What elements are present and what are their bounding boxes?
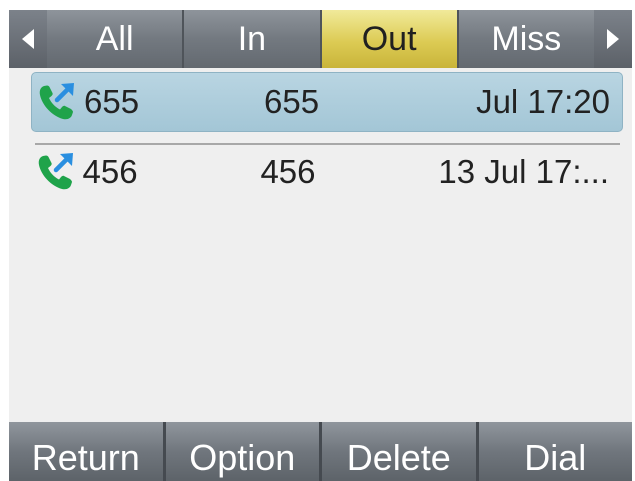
- call-number: 655: [264, 83, 320, 120]
- tab-all[interactable]: All: [47, 10, 183, 68]
- call-number: 456: [260, 153, 316, 190]
- delete-button[interactable]: Delete: [319, 422, 476, 481]
- option-button[interactable]: Option: [162, 422, 320, 481]
- triangle-left-icon: [21, 28, 35, 50]
- tab-in[interactable]: In: [182, 10, 320, 68]
- triangle-right-icon: [606, 28, 620, 50]
- call-list-item[interactable]: 456 456 13 Jul 17:...: [31, 143, 621, 201]
- dial-button[interactable]: Dial: [475, 422, 633, 481]
- tab-out[interactable]: Out: [319, 10, 457, 68]
- tab-bar: All In Out Miss: [9, 10, 632, 68]
- call-time: 13 Jul 17:...: [438, 153, 609, 190]
- outgoing-call-icon: [34, 79, 80, 125]
- call-name: 655: [84, 83, 140, 120]
- tab-left-arrow-button[interactable]: [9, 10, 47, 68]
- tab-right-arrow-button[interactable]: [594, 10, 632, 68]
- call-history-screen: All In Out Miss 655 655 Jul 17:20 456 45…: [9, 10, 632, 481]
- list-divider: [35, 143, 620, 145]
- outgoing-call-icon: [33, 149, 78, 195]
- call-name: 456: [82, 153, 138, 190]
- call-time: Jul 17:20: [476, 83, 610, 120]
- call-list-item[interactable]: 655 655 Jul 17:20: [31, 72, 623, 132]
- return-button[interactable]: Return: [9, 422, 163, 481]
- softkey-bar: Return Option Delete Dial: [9, 422, 632, 481]
- tab-miss[interactable]: Miss: [456, 10, 594, 68]
